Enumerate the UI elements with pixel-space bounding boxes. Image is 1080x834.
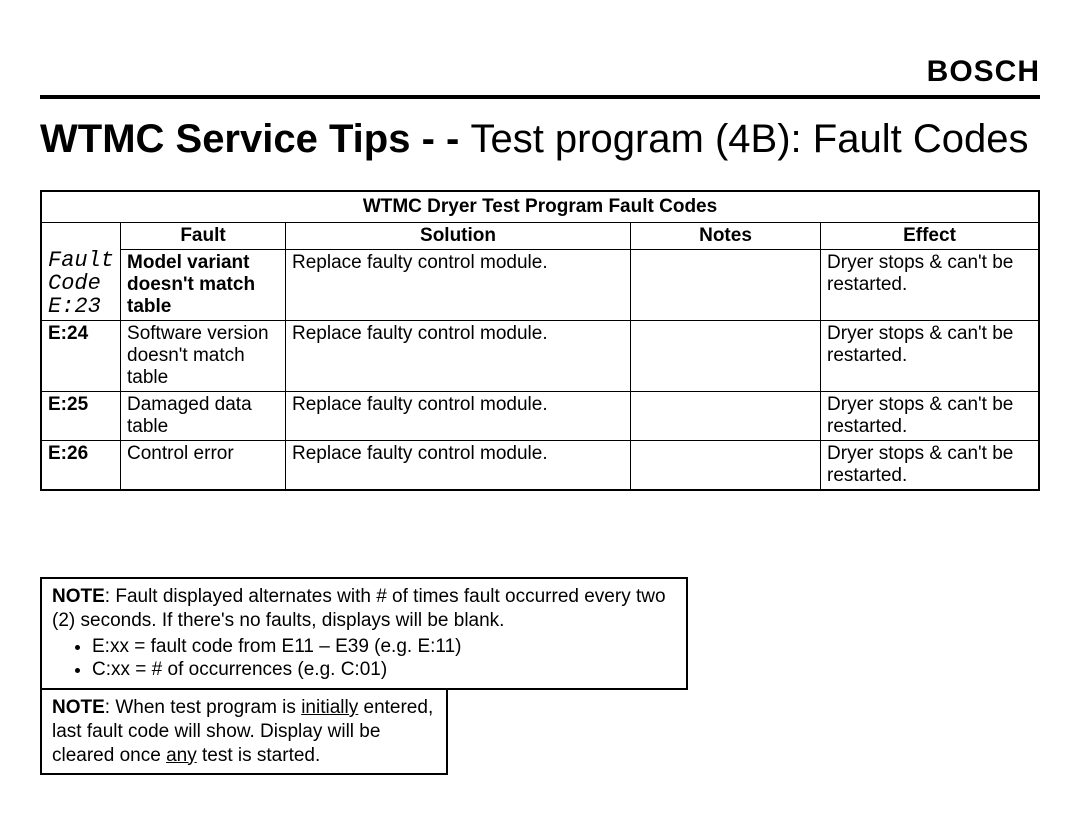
note2-initially: initially [301, 697, 358, 718]
table-row: E:26 Control error Replace faulty contro… [41, 441, 1039, 491]
table-row: Model variant doesn't match table Replac… [41, 250, 1039, 321]
cell-notes [631, 321, 821, 392]
th-notes: Notes [631, 223, 821, 250]
table-header-row: Fault Code E:23 Fault Solution Notes Eff… [41, 223, 1039, 250]
brand-label: BOSCH [40, 55, 1040, 89]
title-bold: WTMC Service Tips - - [40, 117, 470, 161]
cell-effect: Dryer stops & can't be restarted. [821, 250, 1039, 321]
list-item: C:xx = # of occurrences (e.g. C:01) [92, 658, 676, 682]
table-row: E:25 Damaged data table Replace faulty c… [41, 392, 1039, 441]
note2-part3: test is started. [197, 745, 321, 766]
cell-notes [631, 250, 821, 321]
cell-fault: Model variant doesn't match table [121, 250, 286, 321]
note2-any: any [166, 745, 197, 766]
note-box-primary: NOTE: Fault displayed alternates with # … [40, 577, 688, 690]
list-item: E:xx = fault code from E11 – E39 (e.g. E… [92, 635, 676, 659]
cell-solution: Replace faulty control module. [286, 321, 631, 392]
note1-text: : Fault displayed alternates with # of t… [52, 586, 666, 631]
cell-notes [631, 392, 821, 441]
page-title: WTMC Service Tips - - Test program (4B):… [40, 117, 1040, 162]
note-box-secondary: NOTE: When test program is initially ent… [40, 690, 448, 775]
table-row: E:24 Software version doesn't match tabl… [41, 321, 1039, 392]
cell-code: E:25 [41, 392, 121, 441]
table-caption-row: WTMC Dryer Test Program Fault Codes [41, 191, 1039, 223]
th-fault-code: Fault Code E:23 [41, 223, 121, 321]
cell-code: E:26 [41, 441, 121, 491]
cell-notes [631, 441, 821, 491]
note-label: NOTE [52, 586, 105, 607]
th-fault: Fault [121, 223, 286, 250]
cell-code: E:24 [41, 321, 121, 392]
cell-fault: Software version doesn't match table [121, 321, 286, 392]
cell-fault: Damaged data table [121, 392, 286, 441]
note-label: NOTE [52, 697, 105, 718]
note2-part1: : When test program is [105, 697, 301, 718]
header-divider [40, 95, 1040, 99]
title-rest: Test program (4B): Fault Codes [470, 117, 1028, 161]
th-effect: Effect [821, 223, 1039, 250]
fault-codes-table: WTMC Dryer Test Program Fault Codes Faul… [40, 190, 1040, 491]
cell-effect: Dryer stops & can't be restarted. [821, 441, 1039, 491]
cell-effect: Dryer stops & can't be restarted. [821, 321, 1039, 392]
note1-list: E:xx = fault code from E11 – E39 (e.g. E… [52, 635, 676, 683]
cell-fault: Control error [121, 441, 286, 491]
table-caption: WTMC Dryer Test Program Fault Codes [41, 191, 1039, 223]
cell-solution: Replace faulty control module. [286, 250, 631, 321]
th-solution: Solution [286, 223, 631, 250]
cell-solution: Replace faulty control module. [286, 392, 631, 441]
cell-solution: Replace faulty control module. [286, 441, 631, 491]
cell-effect: Dryer stops & can't be restarted. [821, 392, 1039, 441]
